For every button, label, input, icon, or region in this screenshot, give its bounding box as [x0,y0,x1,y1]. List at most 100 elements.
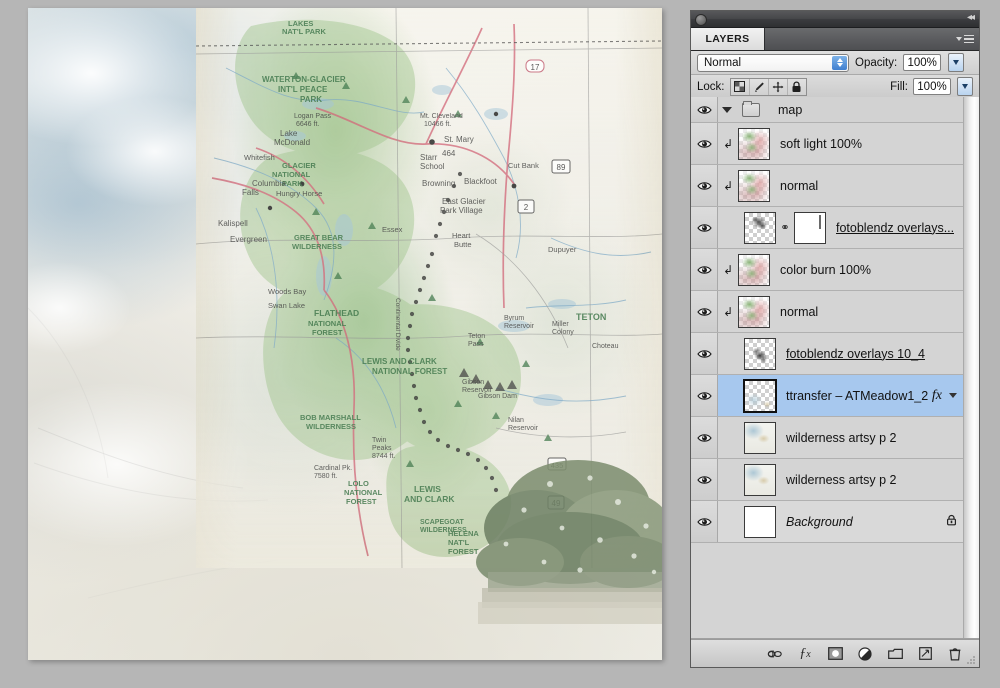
new-layer-button[interactable] [917,646,933,662]
brush-icon [754,82,764,92]
layer-thumbnail[interactable] [743,378,777,413]
lock-all-button[interactable] [787,78,806,95]
layer-name[interactable]: soft light 100% [780,137,862,151]
mask-link-icon[interactable]: ⚭ [779,221,791,234]
layer-thumbnail[interactable] [744,505,776,538]
layer-row[interactable]: ↳ color burn 100% [691,249,979,291]
mask-paint-streak [819,214,821,229]
layer-row[interactable]: wilderness artsy p 2 [691,459,979,501]
layer-thumbnail-image [745,380,775,411]
layer-row[interactable]: fotoblendz overlays 10_4 [691,333,979,375]
panel-titlebar[interactable]: ◂◂ [691,11,979,28]
layer-thumbnail-image [739,128,769,159]
clipping-arrow-icon: ↳ [722,262,734,277]
layer-thumbnail-image [745,507,775,537]
layer-visibility-toggle[interactable] [691,291,718,332]
blend-mode-select[interactable]: Normal [697,53,849,72]
blend-opacity-row: Normal Opacity: 100% [691,51,979,75]
layer-row[interactable]: ↳ normal [691,291,979,333]
layer-visibility-toggle[interactable] [691,501,718,542]
delete-layer-button[interactable] [947,646,963,662]
layer-row[interactable]: ↳ soft light 100% [691,123,979,165]
layer-row[interactable]: ⚭ fotoblendz overlays... [691,207,979,249]
layer-visibility-toggle[interactable] [691,97,718,122]
eye-icon [696,265,712,274]
layer-visibility-toggle[interactable] [691,249,718,290]
layer-name[interactable]: fotoblendz overlays 10_4 [786,347,925,361]
layer-thumbnail[interactable] [738,295,770,328]
layer-effects-fx-badge[interactable]: fx [932,388,942,404]
lock-position-button[interactable] [768,78,788,95]
lock-image-pixels-button[interactable] [749,78,769,95]
eye-icon [696,139,712,148]
layer-visibility-toggle[interactable] [691,417,718,458]
clipping-arrow-icon: ↳ [722,136,734,151]
panel-grip-knob[interactable] [695,14,707,26]
layer-thumbnail[interactable] [738,253,770,286]
layer-name[interactable]: normal [780,179,818,193]
layer-thumbnail-image [739,296,769,327]
lock-label: Lock: [697,80,725,93]
layer-thumbnail[interactable] [744,421,776,454]
layer-thumbnail[interactable] [738,169,770,202]
fill-input[interactable]: 100% [913,78,951,95]
layer-visibility-toggle[interactable] [691,123,718,164]
layer-row[interactable]: ttransfer – ATMeadow1_2 fx [691,375,979,417]
layer-thumbnail[interactable] [738,127,770,160]
eye-icon [696,223,712,232]
new-group-button[interactable] [887,646,903,662]
layer-thumbnail-image [745,338,775,369]
padlock-icon [792,80,801,92]
tab-layers[interactable]: LAYERS [691,28,765,50]
tab-layers-label: LAYERS [705,33,750,45]
layer-group-row[interactable]: map [691,97,979,123]
layer-name[interactable]: wilderness artsy p 2 [786,473,896,487]
layer-group-name: map [778,102,803,117]
panel-menu-lines-icon [964,34,974,44]
layer-visibility-toggle[interactable] [691,207,718,248]
add-layer-mask-button[interactable] [827,646,843,662]
link-layers-button[interactable] [767,646,783,662]
layer-visibility-toggle[interactable] [691,375,718,416]
panel-resize-grip[interactable] [966,655,976,665]
lock-button-group[interactable] [729,77,807,96]
layer-visibility-toggle[interactable] [691,333,718,374]
clipping-mask-indicator: ↳ [718,305,738,319]
layer-thumbnail-image [739,254,769,285]
layers-panel[interactable]: ◂◂ LAYERS Normal Opacity: 100% Lock: Fil… [690,10,980,668]
eye-icon [696,517,712,526]
layer-visibility-toggle[interactable] [691,165,718,206]
panel-menu-icon[interactable] [956,32,974,46]
layer-visibility-toggle[interactable] [691,459,718,500]
layer-row[interactable]: Background [691,501,979,543]
layer-style-button[interactable]: ƒx [797,646,813,662]
blend-mode-stepper-icon[interactable] [832,55,847,70]
layer-row[interactable]: ↳ normal [691,165,979,207]
lock-transparent-pixels-button[interactable] [730,78,750,95]
layer-list-scrollbar[interactable] [963,97,979,638]
opacity-input[interactable]: 100% [903,54,942,71]
layer-name[interactable]: ttransfer – ATMeadow1_2 [786,389,928,403]
fill-dropdown-arrow-icon[interactable] [957,77,973,96]
layer-row[interactable]: wilderness artsy p 2 [691,417,979,459]
fill-label: Fill: [890,80,908,93]
layer-effects-expand-triangle-icon[interactable] [949,393,957,398]
layer-mask-thumbnail[interactable] [794,211,826,244]
double-chevron-left-icon[interactable]: ◂◂ [967,12,975,23]
opacity-dropdown-arrow-icon[interactable] [948,53,965,72]
layer-name[interactable]: Background [786,515,853,529]
group-disclosure-triangle-icon[interactable] [722,106,732,113]
layer-name[interactable]: fotoblendz overlays... [836,221,954,235]
layer-thumbnail[interactable] [744,337,776,370]
chain-link-icon [767,650,782,657]
layer-thumbnail[interactable] [744,463,776,496]
layer-name[interactable]: color burn 100% [780,263,871,277]
document-canvas[interactable]: 17 89 2 435 49 LAKES NAT'L PARK [28,8,662,660]
photoshop-screenshot: 17 89 2 435 49 LAKES NAT'L PARK [0,0,1000,688]
layer-list[interactable]: map ↳ soft light 100% ↳ normal ⚭ fotoblendz ov… [691,97,979,639]
new-adjustment-layer-button[interactable] [857,646,873,662]
layer-thumbnail[interactable] [744,211,776,244]
layer-name[interactable]: normal [780,305,818,319]
layer-name[interactable]: wilderness artsy p 2 [786,431,896,445]
panel-tabbar[interactable]: LAYERS [691,28,979,51]
